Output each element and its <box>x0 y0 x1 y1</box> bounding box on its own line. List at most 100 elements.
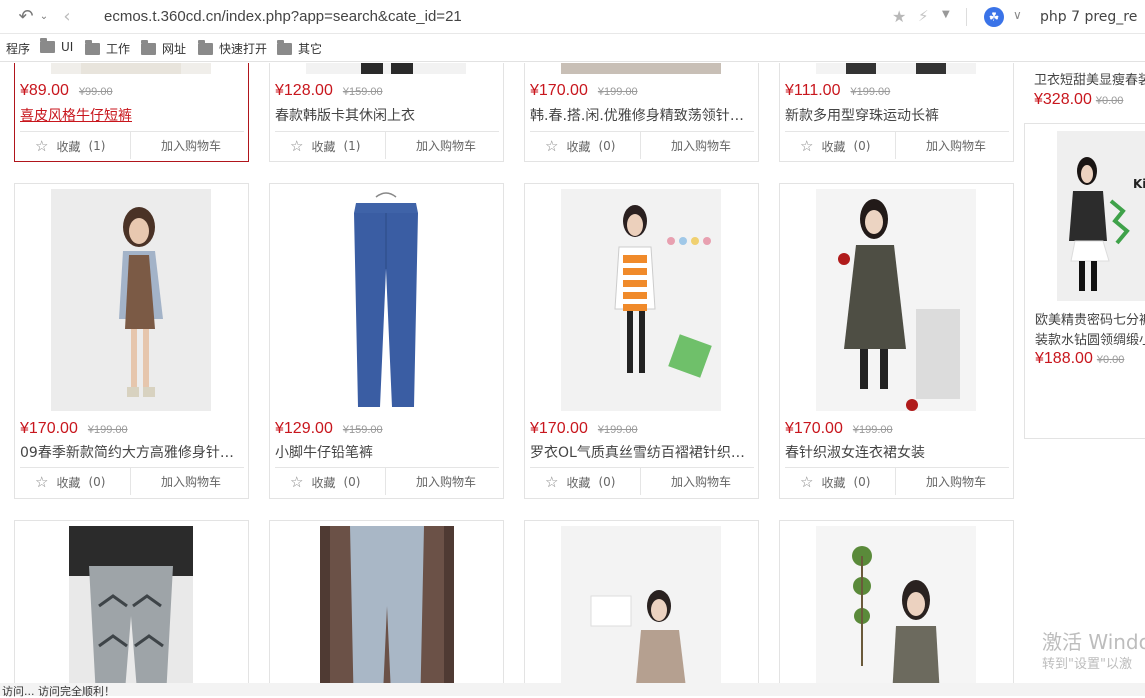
jeans-photo <box>320 526 454 683</box>
add-to-cart-button[interactable]: 加入购物车 <box>671 137 731 154</box>
product-title-link[interactable]: 新款多用型穿珠运动长裤 <box>785 105 1007 125</box>
sidebar-title[interactable]: 卫衣短甜美显瘦春装 <box>1034 69 1145 88</box>
back-icon[interactable]: ‹ <box>57 7 77 27</box>
product-image[interactable] <box>561 63 721 74</box>
price: ¥170.00 <box>530 82 588 99</box>
product-image[interactable] <box>561 526 721 683</box>
favorite-label: 收藏 <box>56 475 81 490</box>
add-to-cart-button[interactable]: 加入购物车 <box>161 137 221 154</box>
favorite-button[interactable]: ☆ 收藏 (0) <box>545 473 615 491</box>
product-image[interactable] <box>51 63 211 74</box>
bookmark-label: 工作 <box>106 42 131 56</box>
product-title-link[interactable]: 春款韩版卡其休闲上衣 <box>275 105 497 125</box>
bookmark-label: 其它 <box>298 42 323 56</box>
product-card[interactable] <box>524 520 759 683</box>
sidebar-product-card[interactable]: Kid 欧美精贵密码七分裤 装款水钻圆领绸缎小 ¥188.00¥0.00 <box>1024 123 1145 439</box>
product-card[interactable]: ¥170.00 ¥199.00 09春季新款简约大方高雅修身针织... ☆ 收藏 … <box>14 183 249 499</box>
product-title-link[interactable]: 韩.春.搭.闲.优雅修身精致荡领针织... <box>530 105 752 125</box>
product-image[interactable]: Kid <box>1057 131 1145 301</box>
product-title-link[interactable]: 09春季新款简约大方高雅修身针织... <box>20 442 242 462</box>
favorite-count: (1) <box>88 139 106 153</box>
add-to-cart-button[interactable]: 加入购物车 <box>161 473 221 490</box>
original-price: ¥159.00 <box>342 424 383 436</box>
favorite-button[interactable]: ☆ 收藏 (0) <box>800 137 870 155</box>
bookmark-work[interactable]: 工作 <box>85 39 131 57</box>
bookmark-websites[interactable]: 网址 <box>141 39 186 57</box>
product-card[interactable]: ¥89.00 ¥99.00 喜皮风格牛仔短裤 ☆ 收藏 (1) 加入购物车 <box>14 63 249 162</box>
product-image[interactable] <box>816 63 976 74</box>
favorite-count: (0) <box>598 475 616 489</box>
chevron-down-icon[interactable]: ▼ <box>942 9 950 20</box>
product-image[interactable] <box>306 189 466 411</box>
bookmark-programs[interactable]: 程序 <box>6 40 30 57</box>
favorite-button[interactable]: ☆ 收藏 (1) <box>35 137 105 155</box>
add-to-cart-button[interactable]: 加入购物车 <box>416 473 476 490</box>
product-card[interactable]: ¥128.00 ¥159.00 春款韩版卡其休闲上衣 ☆ 收藏 (1) 加入购物车 <box>269 63 504 162</box>
undo-icon[interactable]: ↶ <box>16 7 36 27</box>
product-actions: ☆ 收藏 (1) 加入购物车 <box>20 131 244 159</box>
search-engine-paw-icon[interactable]: ☘ <box>984 7 1004 27</box>
product-image[interactable] <box>306 63 466 74</box>
bookmark-ui[interactable]: UI <box>40 38 73 54</box>
bookmark-other[interactable]: 其它 <box>277 39 323 57</box>
price-row: ¥170.00 ¥199.00 <box>530 418 638 438</box>
search-engine-chevron-icon[interactable]: ∨ <box>1013 8 1022 22</box>
page-content: ¥89.00 ¥99.00 喜皮风格牛仔短裤 ☆ 收藏 (1) 加入购物车 ¥12… <box>0 63 1145 683</box>
product-card[interactable]: ¥170.00 ¥199.00 春针织淑女连衣裙女装 ☆ 收藏 (0) 加入购物车 <box>779 183 1014 499</box>
browser-toolbar: ↶ ⌄ ‹ ecmos.t.360cd.cn/index.php?app=sea… <box>0 0 1145 34</box>
product-card[interactable]: ¥170.00 ¥199.00 韩.春.搭.闲.优雅修身精致荡领针织... ☆ 收… <box>524 63 759 162</box>
original-price: ¥99.00 <box>78 86 113 98</box>
price-row: ¥89.00 ¥99.00 <box>20 80 113 100</box>
action-divider <box>895 132 896 159</box>
product-title-link[interactable]: 喜皮风格牛仔短裤 <box>20 105 242 125</box>
product-actions: ☆ 收藏 (0) 加入购物车 <box>275 467 499 495</box>
product-card[interactable] <box>14 520 249 683</box>
activation-watermark-title: 激活 Windo <box>1042 630 1145 654</box>
product-image[interactable] <box>816 526 976 683</box>
product-title-link[interactable]: 春针织淑女连衣裙女装 <box>785 442 1007 462</box>
action-divider <box>640 468 641 495</box>
product-image[interactable] <box>561 189 721 411</box>
activation-watermark-subtitle: 转到"设置"以激 <box>1042 657 1132 672</box>
product-image[interactable] <box>320 526 454 683</box>
add-to-cart-button[interactable]: 加入购物车 <box>416 137 476 154</box>
favorite-button[interactable]: ☆ 收藏 (0) <box>545 137 615 155</box>
favorite-label: 收藏 <box>821 139 846 154</box>
bookmark-star-icon[interactable]: ★ <box>892 7 906 26</box>
price-row: ¥170.00 ¥199.00 <box>20 418 128 438</box>
leggings-photo <box>69 526 193 683</box>
price: ¥111.00 <box>785 82 841 99</box>
favorite-label: 收藏 <box>821 475 846 490</box>
product-card[interactable]: ¥111.00 ¥199.00 新款多用型穿珠运动长裤 ☆ 收藏 (0) 加入购物… <box>779 63 1014 162</box>
model-photo <box>561 526 721 683</box>
product-card[interactable] <box>779 520 1014 683</box>
sidebar-product-title[interactable]: 欧美精贵密码七分裤 <box>1035 309 1145 328</box>
address-bar[interactable]: ecmos.t.360cd.cn/index.php?app=search&ca… <box>104 8 462 25</box>
favorite-button[interactable]: ☆ 收藏 (1) <box>290 137 360 155</box>
thumbnail-brand-text: Kid <box>1133 177 1145 191</box>
sidebar-price-row: ¥328.00 ¥0.00 <box>1034 89 1123 109</box>
product-actions: ☆ 收藏 (0) 加入购物车 <box>530 467 754 495</box>
product-card[interactable]: ¥129.00 ¥159.00 小脚牛仔铅笔裤 ☆ 收藏 (0) 加入购物车 <box>269 183 504 499</box>
model-photo <box>1057 131 1145 301</box>
favorite-button[interactable]: ☆ 收藏 (0) <box>800 473 870 491</box>
product-card[interactable] <box>269 520 504 683</box>
bookmark-quick-open[interactable]: 快速打开 <box>198 39 267 57</box>
product-card[interactable]: ¥170.00 ¥199.00 罗衣OL气质真丝雪纺百褶裙针织背... ☆ 收藏 … <box>524 183 759 499</box>
add-to-cart-button[interactable]: 加入购物车 <box>926 137 986 154</box>
add-to-cart-button[interactable]: 加入购物车 <box>926 473 986 490</box>
product-image[interactable] <box>51 189 211 411</box>
product-title-link[interactable]: 小脚牛仔铅笔裤 <box>275 442 497 462</box>
lightning-icon[interactable]: ⚡ <box>918 7 929 25</box>
add-to-cart-button[interactable]: 加入购物车 <box>671 473 731 490</box>
product-title-link[interactable]: 罗衣OL气质真丝雪纺百褶裙针织背... <box>530 442 752 462</box>
product-image[interactable] <box>69 526 193 683</box>
product-image[interactable] <box>816 189 976 411</box>
search-box[interactable]: php 7 preg_re <box>1040 9 1137 25</box>
status-bar: 访问... 访问完全顺利！ <box>0 683 1145 698</box>
sidebar-product-title-line2[interactable]: 装款水钻圆领绸缎小 <box>1035 329 1145 348</box>
model-photo <box>51 189 211 411</box>
favorite-button[interactable]: ☆ 收藏 (0) <box>35 473 105 491</box>
favorite-button[interactable]: ☆ 收藏 (0) <box>290 473 360 491</box>
undo-dropdown-icon[interactable]: ⌄ <box>34 7 54 27</box>
